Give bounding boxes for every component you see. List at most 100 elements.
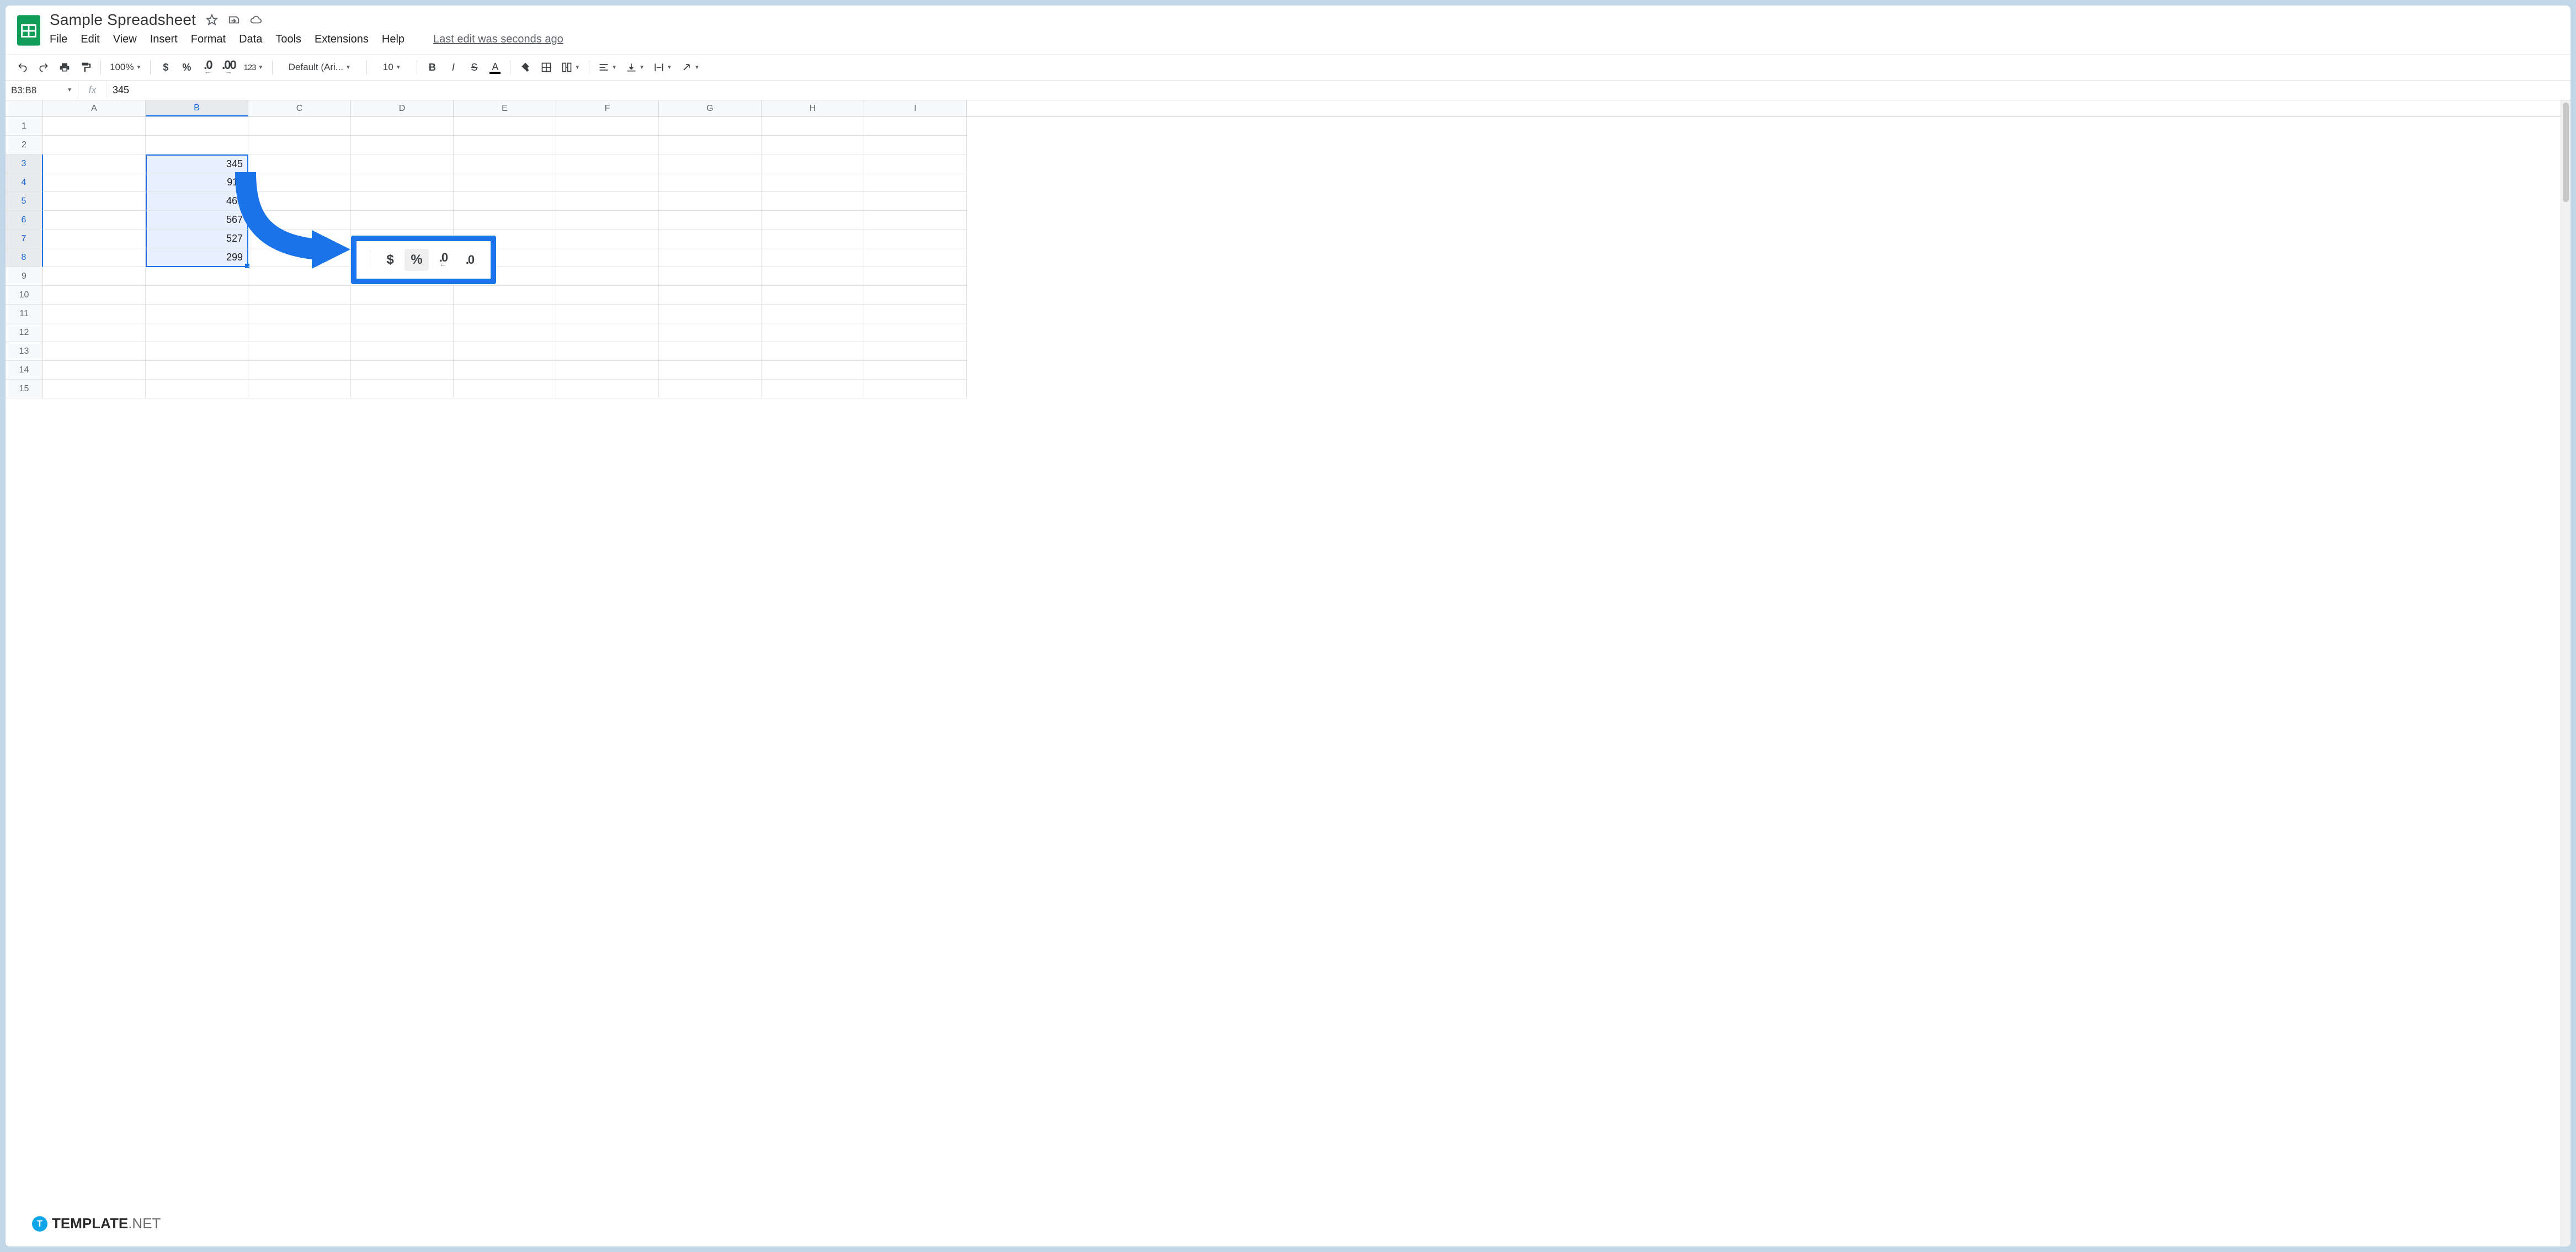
sheets-logo-icon[interactable] xyxy=(14,11,43,50)
row-header-4[interactable]: 4 xyxy=(6,173,43,192)
cell-C10[interactable] xyxy=(248,286,351,305)
cell-D2[interactable] xyxy=(351,136,454,154)
cell-A12[interactable] xyxy=(43,323,146,342)
cell-B10[interactable] xyxy=(146,286,248,305)
cell-D3[interactable] xyxy=(351,154,454,173)
cell-H13[interactable] xyxy=(762,342,864,361)
vertical-align-button[interactable]: ▼ xyxy=(622,58,648,77)
cell-B11[interactable] xyxy=(146,305,248,323)
row-header-8[interactable]: 8 xyxy=(6,248,43,267)
cell-C15[interactable] xyxy=(248,380,351,398)
cell-F4[interactable] xyxy=(556,173,659,192)
cell-D4[interactable] xyxy=(351,173,454,192)
italic-button[interactable]: I xyxy=(444,58,462,77)
cell-E12[interactable] xyxy=(454,323,556,342)
text-wrap-button[interactable]: ▼ xyxy=(650,58,675,77)
cell-F13[interactable] xyxy=(556,342,659,361)
cell-D6[interactable] xyxy=(351,211,454,230)
column-header-F[interactable]: F xyxy=(556,100,659,116)
cell-D1[interactable] xyxy=(351,117,454,136)
cell-C1[interactable] xyxy=(248,117,351,136)
print-button[interactable] xyxy=(55,58,74,77)
cell-I3[interactable] xyxy=(864,154,967,173)
cell-F7[interactable] xyxy=(556,230,659,248)
increase-decimal-button[interactable]: .00→ xyxy=(219,58,238,77)
cell-I9[interactable] xyxy=(864,267,967,286)
row-header-1[interactable]: 1 xyxy=(6,117,43,136)
cell-A7[interactable] xyxy=(43,230,146,248)
row-header-7[interactable]: 7 xyxy=(6,230,43,248)
cell-D10[interactable] xyxy=(351,286,454,305)
cell-A15[interactable] xyxy=(43,380,146,398)
cell-I14[interactable] xyxy=(864,361,967,380)
cell-A4[interactable] xyxy=(43,173,146,192)
cell-G13[interactable] xyxy=(659,342,762,361)
cell-H4[interactable] xyxy=(762,173,864,192)
cell-G12[interactable] xyxy=(659,323,762,342)
cell-C6[interactable] xyxy=(248,211,351,230)
cell-I12[interactable] xyxy=(864,323,967,342)
cell-G5[interactable] xyxy=(659,192,762,211)
column-header-D[interactable]: D xyxy=(351,100,454,116)
cell-B1[interactable] xyxy=(146,117,248,136)
column-header-C[interactable]: C xyxy=(248,100,351,116)
cell-F5[interactable] xyxy=(556,192,659,211)
cell-C9[interactable] xyxy=(248,267,351,286)
cell-G15[interactable] xyxy=(659,380,762,398)
row-header-12[interactable]: 12 xyxy=(6,323,43,342)
format-currency-button[interactable]: $ xyxy=(156,58,175,77)
document-title[interactable]: Sample Spreadsheet xyxy=(50,11,196,29)
row-header-15[interactable]: 15 xyxy=(6,380,43,398)
decrease-decimal-button[interactable]: .0← xyxy=(198,58,217,77)
cell-B3[interactable]: 345 xyxy=(146,154,248,173)
menu-insert[interactable]: Insert xyxy=(150,33,178,46)
cell-D14[interactable] xyxy=(351,361,454,380)
cell-E3[interactable] xyxy=(454,154,556,173)
menu-edit[interactable]: Edit xyxy=(81,33,99,46)
cell-A14[interactable] xyxy=(43,361,146,380)
cell-H14[interactable] xyxy=(762,361,864,380)
cell-B12[interactable] xyxy=(146,323,248,342)
cell-H6[interactable] xyxy=(762,211,864,230)
cell-F1[interactable] xyxy=(556,117,659,136)
cell-C14[interactable] xyxy=(248,361,351,380)
cell-C5[interactable] xyxy=(248,192,351,211)
cell-G1[interactable] xyxy=(659,117,762,136)
cell-B9[interactable] xyxy=(146,267,248,286)
column-header-A[interactable]: A xyxy=(43,100,146,116)
cell-G2[interactable] xyxy=(659,136,762,154)
strikethrough-button[interactable]: S xyxy=(465,58,483,77)
cell-I11[interactable] xyxy=(864,305,967,323)
cell-H10[interactable] xyxy=(762,286,864,305)
cell-H15[interactable] xyxy=(762,380,864,398)
select-all-corner[interactable] xyxy=(6,100,43,116)
cell-B15[interactable] xyxy=(146,380,248,398)
menu-format[interactable]: Format xyxy=(191,33,226,46)
undo-button[interactable] xyxy=(13,58,32,77)
cell-E13[interactable] xyxy=(454,342,556,361)
decrease-decimal-button[interactable]: .0← xyxy=(431,249,455,271)
cell-A13[interactable] xyxy=(43,342,146,361)
cell-I5[interactable] xyxy=(864,192,967,211)
cell-E6[interactable] xyxy=(454,211,556,230)
cell-F11[interactable] xyxy=(556,305,659,323)
cell-F9[interactable] xyxy=(556,267,659,286)
cell-I4[interactable] xyxy=(864,173,967,192)
horizontal-align-button[interactable]: ▼ xyxy=(595,58,620,77)
row-header-6[interactable]: 6 xyxy=(6,211,43,230)
cell-C12[interactable] xyxy=(248,323,351,342)
cell-F14[interactable] xyxy=(556,361,659,380)
menu-tools[interactable]: Tools xyxy=(275,33,301,46)
row-header-2[interactable]: 2 xyxy=(6,136,43,154)
cell-E2[interactable] xyxy=(454,136,556,154)
cell-I7[interactable] xyxy=(864,230,967,248)
cell-G9[interactable] xyxy=(659,267,762,286)
cell-F6[interactable] xyxy=(556,211,659,230)
cell-G8[interactable] xyxy=(659,248,762,267)
cell-F8[interactable] xyxy=(556,248,659,267)
column-header-I[interactable]: I xyxy=(864,100,967,116)
cell-H12[interactable] xyxy=(762,323,864,342)
cell-D15[interactable] xyxy=(351,380,454,398)
cell-H5[interactable] xyxy=(762,192,864,211)
cell-B13[interactable] xyxy=(146,342,248,361)
